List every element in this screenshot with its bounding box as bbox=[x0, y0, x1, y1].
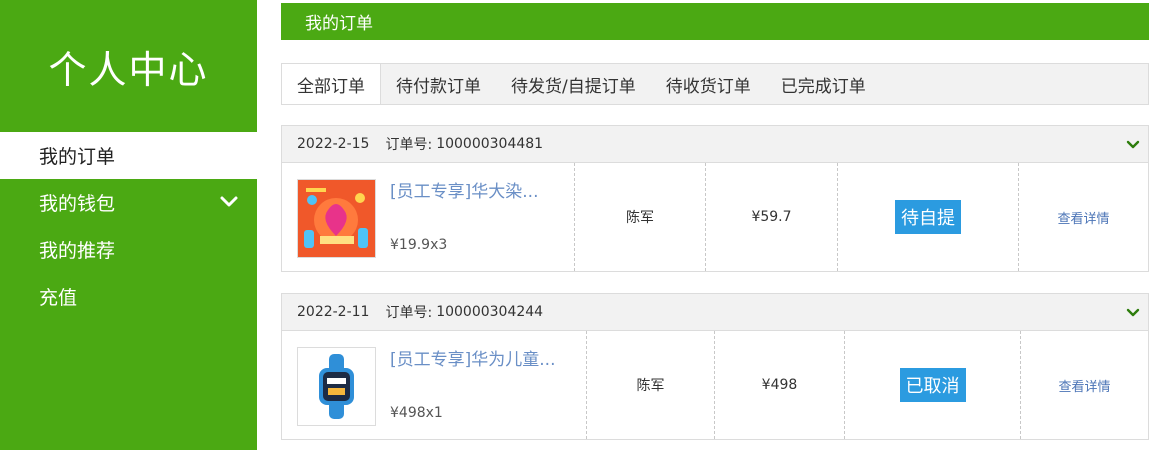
total-cell: ¥59.7 bbox=[705, 163, 837, 271]
product-name-link[interactable]: [员工专享]华为儿童... bbox=[390, 345, 555, 370]
tab-pending-receipt[interactable]: 待收货订单 bbox=[651, 64, 766, 104]
order-card: 2022-2-11 订单号: 100000304244 [员工专享]华为儿童..… bbox=[281, 293, 1149, 440]
order-number-label: 订单号: bbox=[385, 305, 433, 321]
order-header: 2022-2-15 订单号: 100000304481 bbox=[282, 126, 1148, 163]
sidebar-title: 个人中心 bbox=[48, 47, 209, 92]
sidebar-item-my-orders[interactable]: 我的订单 bbox=[0, 132, 257, 179]
chevron-down-icon[interactable] bbox=[1126, 306, 1140, 320]
total-cell: ¥498 bbox=[714, 331, 844, 439]
tab-pending-shipment-pickup[interactable]: 待发货/自提订单 bbox=[496, 64, 651, 104]
product-price-quantity: ¥498x1 bbox=[390, 405, 443, 421]
product-thumbnail-graphic bbox=[298, 348, 375, 425]
order-header: 2022-2-11 订单号: 100000304244 bbox=[282, 294, 1148, 331]
sidebar-item-label: 我的订单 bbox=[39, 146, 116, 168]
sidebar: 个人中心 我的订单 我的钱包 我的推荐 充值 bbox=[0, 0, 257, 450]
order-tabs: 全部订单 待付款订单 待发货/自提订单 待收货订单 已完成订单 bbox=[281, 63, 1149, 105]
sidebar-item-label: 充值 bbox=[39, 287, 78, 309]
order-number: 100000304481 bbox=[436, 136, 544, 152]
recipient-cell: 陈军 bbox=[574, 163, 705, 271]
tab-pending-payment[interactable]: 待付款订单 bbox=[381, 64, 496, 104]
product-name-link[interactable]: [员工专享]华大染... bbox=[390, 177, 538, 202]
order-body: [员工专享]华为儿童... ¥498x1 陈军 ¥498 已取消 查看详情 bbox=[282, 331, 1148, 439]
order-date: 2022-2-15 bbox=[297, 136, 370, 152]
order-number: 100000304244 bbox=[436, 304, 544, 320]
sidebar-item-recharge[interactable]: 充值 bbox=[0, 273, 257, 320]
recipient-cell: 陈军 bbox=[586, 331, 714, 439]
status-cell: 已取消 bbox=[844, 331, 1020, 439]
tab-all-orders[interactable]: 全部订单 bbox=[282, 64, 381, 104]
recipient-name: 陈军 bbox=[626, 210, 654, 226]
product-image[interactable] bbox=[297, 179, 376, 258]
status-badge: 待自提 bbox=[895, 200, 961, 234]
view-details-link[interactable]: 查看详情 bbox=[1057, 208, 1109, 227]
sidebar-item-my-wallet[interactable]: 我的钱包 bbox=[0, 179, 257, 226]
sidebar-item-label: 我的钱包 bbox=[39, 193, 116, 215]
action-cell: 查看详情 bbox=[1020, 331, 1148, 439]
product-price-quantity: ¥19.9x3 bbox=[390, 237, 448, 253]
tab-completed[interactable]: 已完成订单 bbox=[766, 64, 881, 104]
status-cell: 待自提 bbox=[837, 163, 1018, 271]
order-number-label: 订单号: bbox=[385, 137, 433, 153]
section-title-bar: 我的订单 bbox=[281, 3, 1149, 40]
order-total: ¥498 bbox=[761, 377, 798, 393]
recipient-name: 陈军 bbox=[636, 378, 665, 394]
order-card: 2022-2-15 订单号: 100000304481 [员工专享]华大染...… bbox=[281, 125, 1149, 272]
product-thumbnail-graphic bbox=[298, 180, 375, 257]
section-title: 我的订单 bbox=[305, 14, 373, 34]
order-body: [员工专享]华大染... ¥19.9x3 陈军 ¥59.7 待自提 查看详情 bbox=[282, 163, 1148, 271]
chevron-down-icon[interactable] bbox=[219, 192, 239, 212]
order-total: ¥59.7 bbox=[751, 209, 792, 225]
sidebar-item-label: 我的推荐 bbox=[39, 240, 116, 262]
status-badge: 已取消 bbox=[899, 368, 966, 402]
order-date: 2022-2-11 bbox=[297, 304, 370, 320]
sidebar-item-my-referrals[interactable]: 我的推荐 bbox=[0, 226, 257, 273]
chevron-down-icon[interactable] bbox=[1126, 138, 1140, 152]
view-details-link[interactable]: 查看详情 bbox=[1058, 376, 1110, 395]
product-image[interactable] bbox=[297, 347, 376, 426]
action-cell: 查看详情 bbox=[1018, 163, 1148, 271]
